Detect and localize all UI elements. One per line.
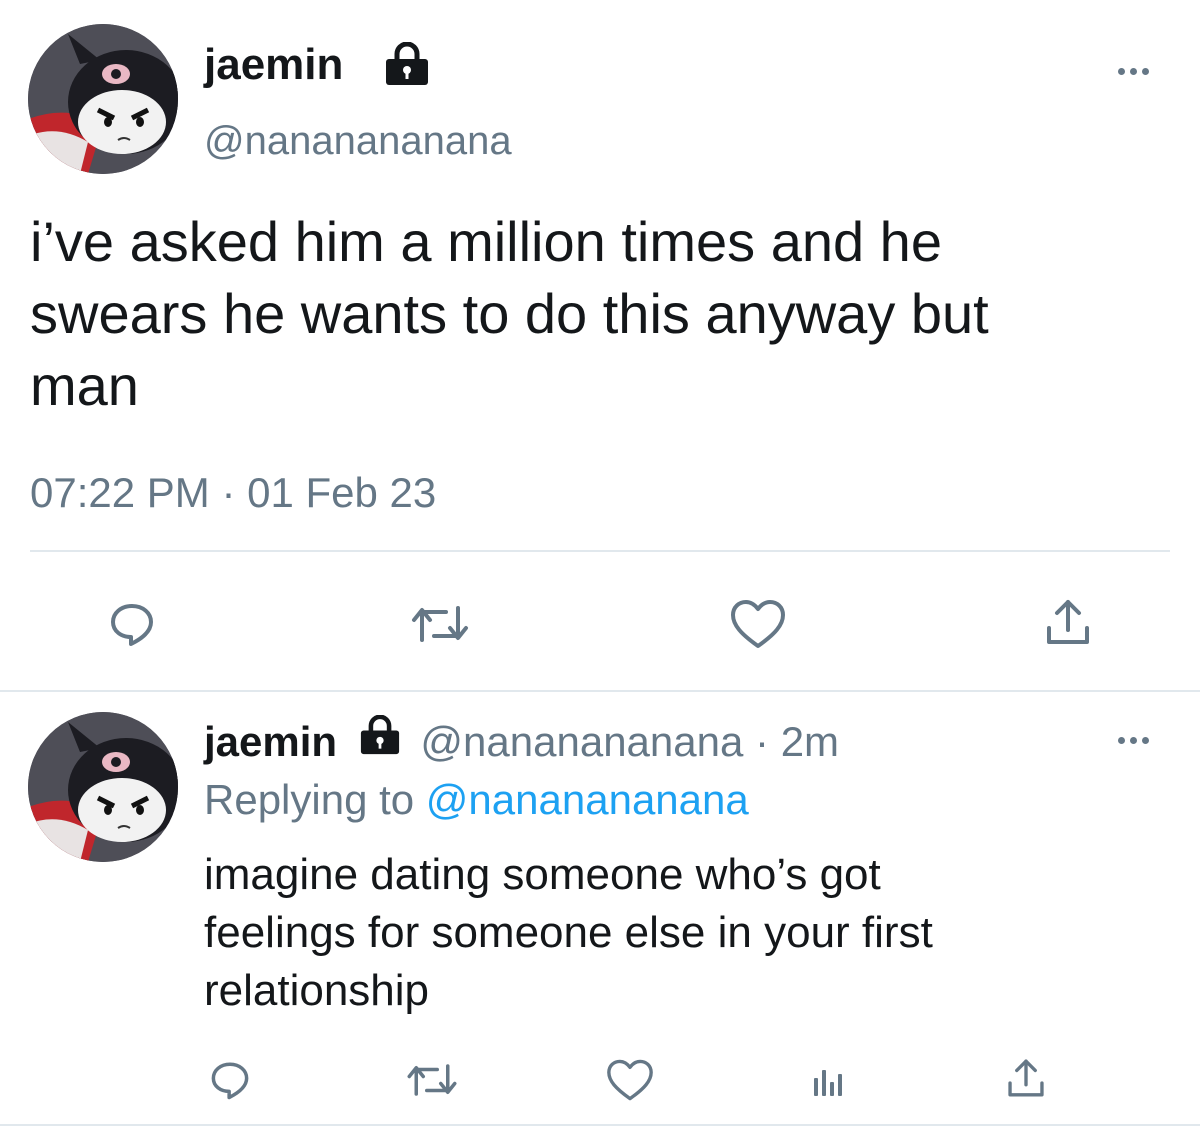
reply-avatar[interactable] [28,712,178,862]
divider [30,550,1170,552]
tweet-text: i’ve asked him a million times and he sw… [30,206,989,422]
like-icon [607,1059,653,1101]
more-options-icon[interactable] [1118,68,1149,75]
avatar-image [28,24,178,174]
reply-display-name[interactable]: jaemin [204,718,337,765]
tweet-time: 07:22 PM [30,469,210,516]
reply-icon [211,1062,249,1100]
tweet-text-line: i’ve asked him a million times and he [30,210,942,273]
reply-header: jaemin @nananananana · 2m [204,714,839,773]
tweet-text-line: man [30,354,139,417]
reply-age[interactable]: 2m [781,718,839,765]
share-button[interactable] [1036,590,1100,654]
replying-to: Replying to @nananananana [204,772,749,828]
lock-icon [357,713,403,769]
avatar[interactable] [28,24,178,174]
like-button[interactable] [600,1052,660,1108]
tweet-text-line: swears he wants to do this anyway but [30,282,989,345]
retweet-icon [412,606,468,642]
tweet-timestamp[interactable]: 07:22 PM · 01 Feb 23 [30,466,436,520]
lock-icon [382,41,432,91]
separator-dot: · [221,469,236,516]
analytics-button[interactable] [800,1052,856,1108]
reply-text-line: imagine dating someone who’s got [204,850,881,899]
replying-to-handle-link[interactable]: @nananananana [426,776,749,823]
share-icon [1008,1059,1044,1097]
retweet-button[interactable] [400,1052,464,1108]
reply-button[interactable] [100,592,164,656]
divider [0,1124,1200,1126]
separator-dot: · [755,718,770,765]
reply-text-line: relationship [204,966,430,1015]
like-icon [731,600,785,648]
like-button[interactable] [722,592,794,656]
reply-text-line: feelings for someone else in your first [204,908,933,957]
retweet-button[interactable] [404,592,476,656]
tweet-date: 01 Feb 23 [247,469,437,516]
analytics-icon [814,1070,842,1096]
share-button[interactable] [998,1050,1054,1106]
replying-to-label: Replying to [204,776,415,823]
share-icon [1047,600,1089,644]
avatar-image [28,712,178,862]
user-handle[interactable]: @nananananana [204,114,512,168]
display-name[interactable]: jaemin [204,36,343,94]
divider [0,690,1200,692]
more-options-icon[interactable] [1118,737,1149,744]
reply-button[interactable] [202,1052,258,1108]
reply-user-handle[interactable]: @nananananana [420,718,743,765]
retweet-icon [407,1064,457,1096]
reply-text: imagine dating someone who’s got feeling… [204,846,933,1020]
reply-icon [111,604,153,646]
